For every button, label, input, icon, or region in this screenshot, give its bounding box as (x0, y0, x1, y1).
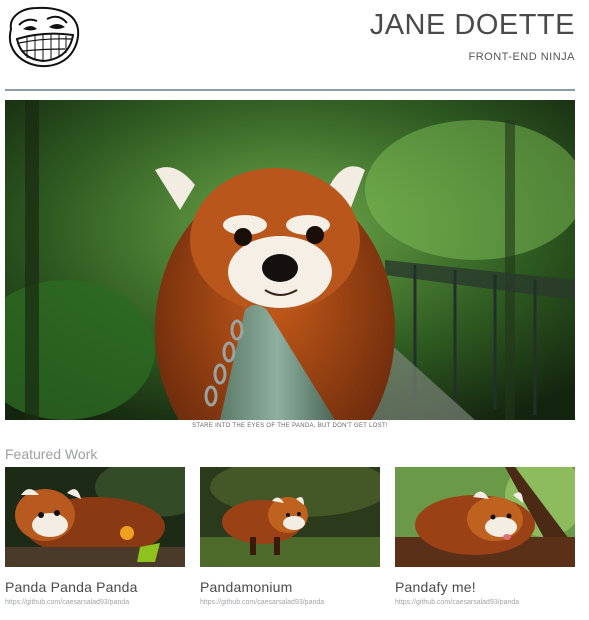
site-owner-name: JANE DOETTE (369, 9, 575, 41)
project-thumbnail-3[interactable] (395, 467, 575, 567)
project-thumbnail-1[interactable] (5, 467, 185, 567)
project-link-2[interactable]: https://github.com/caesarsalad93/panda (200, 599, 380, 606)
project-card-2[interactable]: Pandamonium https://github.com/caesarsal… (200, 467, 380, 606)
hero-image (5, 100, 575, 420)
trollface-logo (8, 6, 80, 68)
project-thumbnail-2[interactable] (200, 467, 380, 567)
featured-work-heading: Featured Work (5, 446, 98, 462)
project-card-1[interactable]: Panda Panda Panda https://github.com/cae… (5, 467, 185, 606)
header: JANE DOETTE FRONT-END NINJA (5, 5, 575, 89)
project-title-2[interactable]: Pandamonium (200, 579, 380, 595)
hero-caption: STARE INTO THE EYES OF THE PANDA, BUT DO… (192, 423, 388, 429)
project-title-3[interactable]: Pandafy me! (395, 579, 575, 595)
header-divider (5, 89, 575, 91)
site-tagline: FRONT-END NINJA (468, 51, 575, 63)
project-link-3[interactable]: https://github.com/caesarsalad93/panda (395, 599, 575, 606)
project-card-3[interactable]: Pandafy me! https://github.com/caesarsal… (395, 467, 575, 606)
project-title-1[interactable]: Panda Panda Panda (5, 579, 185, 595)
project-link-1[interactable]: https://github.com/caesarsalad93/panda (5, 599, 185, 606)
